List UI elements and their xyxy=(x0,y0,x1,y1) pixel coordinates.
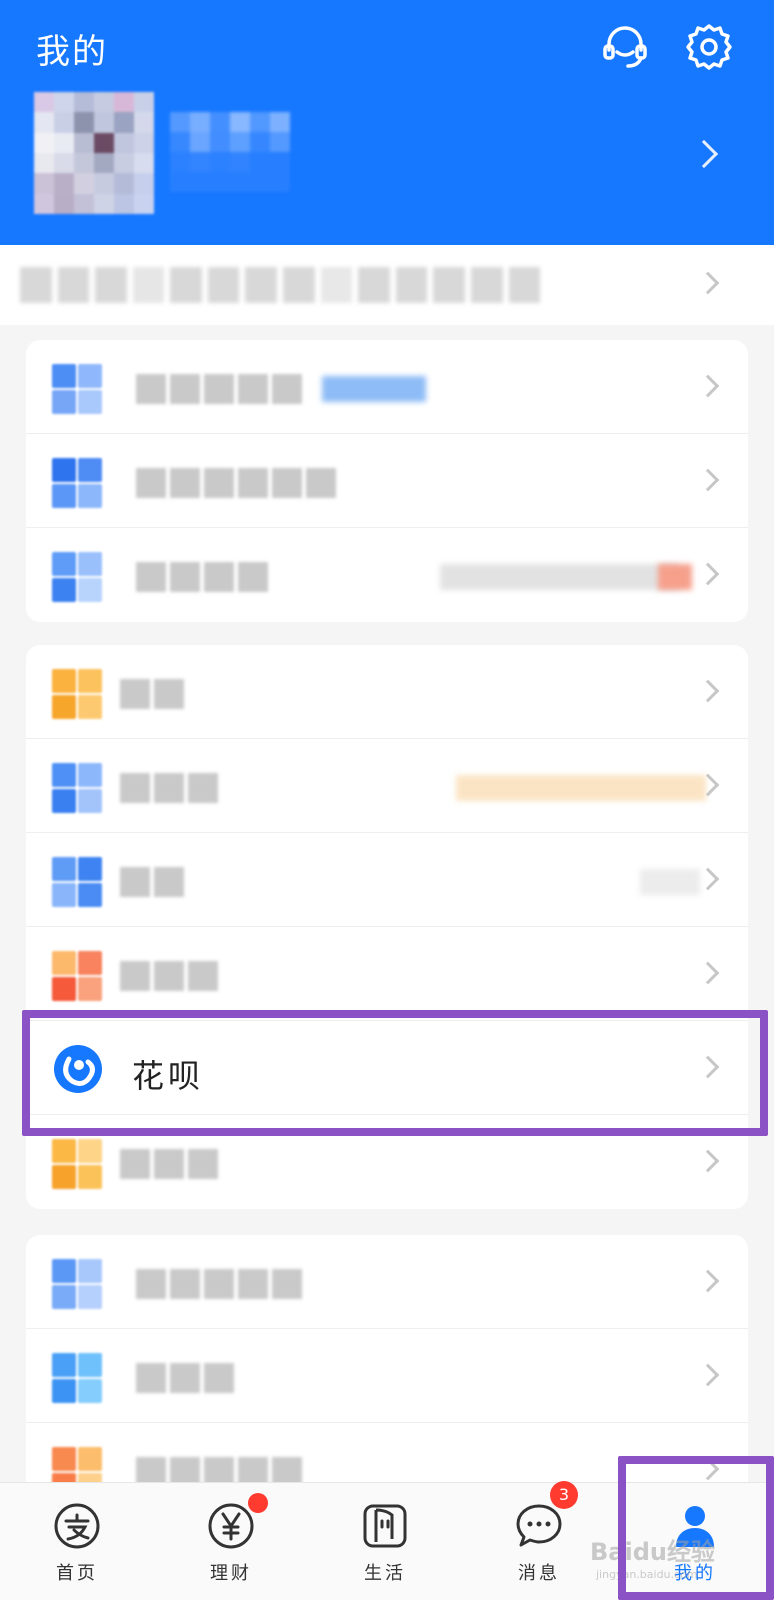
list-item[interactable] xyxy=(26,833,748,927)
item-label-blurred xyxy=(120,773,218,803)
huabei-label: 花呗 xyxy=(132,1057,205,1095)
item-note-blurred xyxy=(456,775,706,801)
item-label-blurred xyxy=(136,1363,234,1393)
watermark-url: jingyan.baidu.com xyxy=(596,1568,698,1581)
page-title: 我的 xyxy=(36,32,108,72)
list-item[interactable] xyxy=(26,927,748,1021)
chevron-right-icon xyxy=(696,1269,720,1293)
tab-label: 首页 xyxy=(56,1563,98,1584)
item-label-blurred xyxy=(120,679,184,709)
blurred-app-icon xyxy=(52,857,102,907)
item-label-blurred xyxy=(120,961,218,991)
list-item[interactable] xyxy=(26,528,748,622)
chevron-right-icon xyxy=(696,562,720,586)
chevron-right-icon xyxy=(696,1457,720,1481)
item-tag-blurred xyxy=(322,376,426,402)
item-label-blurred xyxy=(136,374,302,404)
blurred-app-icon xyxy=(52,763,102,813)
chevron-right-icon xyxy=(696,374,720,398)
chevron-right-icon xyxy=(696,468,720,492)
tab-finance[interactable]: 理财 xyxy=(154,1483,308,1600)
list-item[interactable] xyxy=(26,340,748,434)
watermark: Baidu经验 xyxy=(590,1538,715,1566)
item-note-blurred xyxy=(640,869,700,895)
settings-gear-icon[interactable] xyxy=(684,22,734,72)
huabei-row[interactable]: 花呗 xyxy=(26,1021,748,1115)
chevron-right-icon xyxy=(696,679,720,703)
profile-chevron-right-icon[interactable] xyxy=(689,139,719,169)
tab-label: 理财 xyxy=(210,1563,252,1584)
account-info-row[interactable] xyxy=(0,245,774,325)
customer-service-icon[interactable] xyxy=(600,22,650,72)
blurred-app-icon xyxy=(52,1139,102,1189)
chevron-right-icon xyxy=(696,867,720,891)
chevron-right-icon xyxy=(696,271,720,295)
list-item[interactable] xyxy=(26,739,748,833)
blurred-app-icon xyxy=(52,951,102,1001)
tab-home[interactable]: 首页 xyxy=(0,1483,154,1600)
service-card-3 xyxy=(26,1235,748,1517)
service-card-1 xyxy=(26,340,748,622)
list-item[interactable] xyxy=(26,1329,748,1423)
notification-dot xyxy=(248,1493,268,1513)
blurred-app-icon xyxy=(52,552,102,602)
chevron-right-icon xyxy=(696,1363,720,1387)
list-item[interactable] xyxy=(26,1235,748,1329)
blurred-app-icon xyxy=(52,1353,102,1403)
item-label-blurred xyxy=(120,1149,218,1179)
list-item[interactable] xyxy=(26,645,748,739)
tab-life[interactable]: 生活 xyxy=(308,1483,462,1600)
account-info-blurred xyxy=(20,267,541,303)
blurred-app-icon xyxy=(52,364,102,414)
item-note-blurred xyxy=(440,564,680,590)
life-icon xyxy=(363,1504,407,1548)
blurred-app-icon xyxy=(52,669,102,719)
list-item[interactable] xyxy=(26,434,748,528)
profile-header: 我的 xyxy=(0,0,774,245)
item-label-blurred xyxy=(136,1269,302,1299)
chevron-right-icon xyxy=(696,961,720,985)
avatar[interactable] xyxy=(34,92,154,214)
item-label-blurred xyxy=(136,468,336,498)
service-card-2: 花呗 xyxy=(26,645,748,1209)
huabei-logo-icon xyxy=(54,1045,102,1093)
item-label-blurred xyxy=(120,867,184,897)
message-count-badge: 3 xyxy=(550,1481,578,1509)
list-item[interactable] xyxy=(26,1115,748,1209)
chevron-right-icon xyxy=(696,1055,720,1079)
chevron-right-icon xyxy=(696,1149,720,1173)
account-name-blurred xyxy=(170,112,290,192)
item-label-blurred xyxy=(136,562,268,592)
item-badge-blurred xyxy=(658,564,692,590)
blurred-app-icon xyxy=(52,458,102,508)
blurred-app-icon xyxy=(52,1259,102,1309)
chat-bubble-icon xyxy=(516,1504,562,1547)
tab-label: 生活 xyxy=(364,1563,406,1584)
yen-icon xyxy=(208,1503,254,1549)
alipay-home-icon xyxy=(54,1503,100,1549)
